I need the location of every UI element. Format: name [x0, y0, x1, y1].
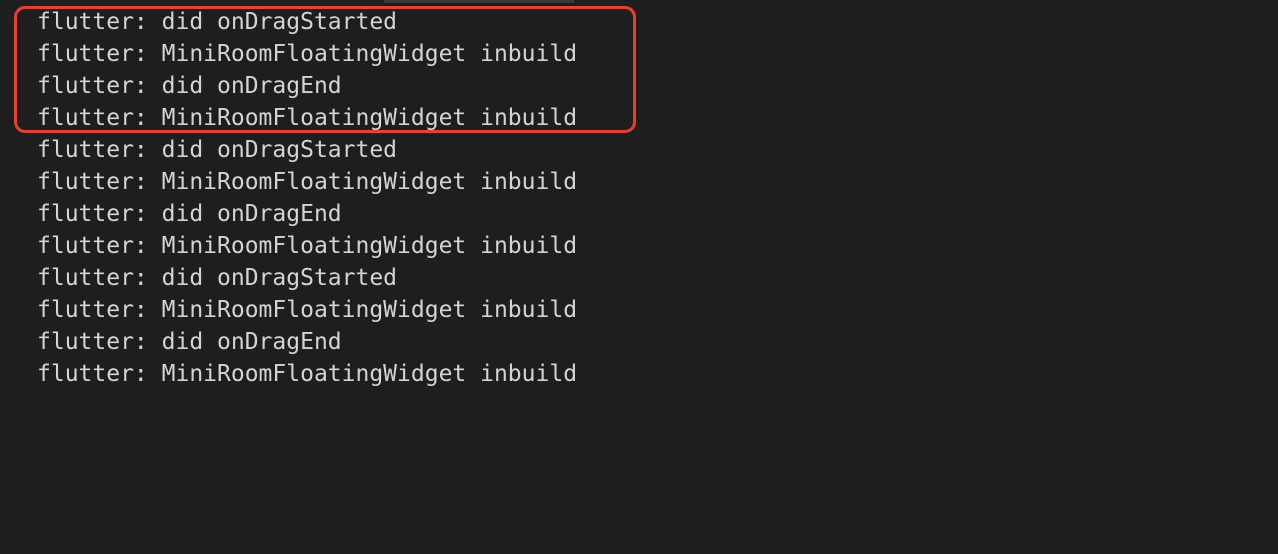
log-line: flutter: MiniRoomFloatingWidget inbuild [37, 169, 578, 195]
log-list: flutter: did onDragStarted flutter: Mini… [37, 6, 577, 390]
log-line: flutter: did onDragEnd [37, 73, 342, 99]
log-line: flutter: did onDragEnd [37, 329, 342, 355]
terminal-output[interactable]: flutter: did onDragStarted flutter: Mini… [0, 0, 1278, 554]
log-line: flutter: MiniRoomFloatingWidget inbuild [37, 233, 578, 259]
log-line: flutter: MiniRoomFloatingWidget inbuild [37, 297, 578, 323]
log-line: flutter: MiniRoomFloatingWidget inbuild [37, 41, 578, 67]
log-line: flutter: MiniRoomFloatingWidget inbuild [37, 361, 578, 387]
log-line: flutter: did onDragEnd [37, 201, 342, 227]
log-line: flutter: did onDragStarted [37, 9, 398, 35]
log-line: flutter: did onDragStarted [37, 137, 398, 163]
log-line: flutter: did onDragStarted [37, 265, 398, 291]
log-line: flutter: MiniRoomFloatingWidget inbuild [37, 105, 578, 131]
scroll-indicator [384, 0, 574, 3]
